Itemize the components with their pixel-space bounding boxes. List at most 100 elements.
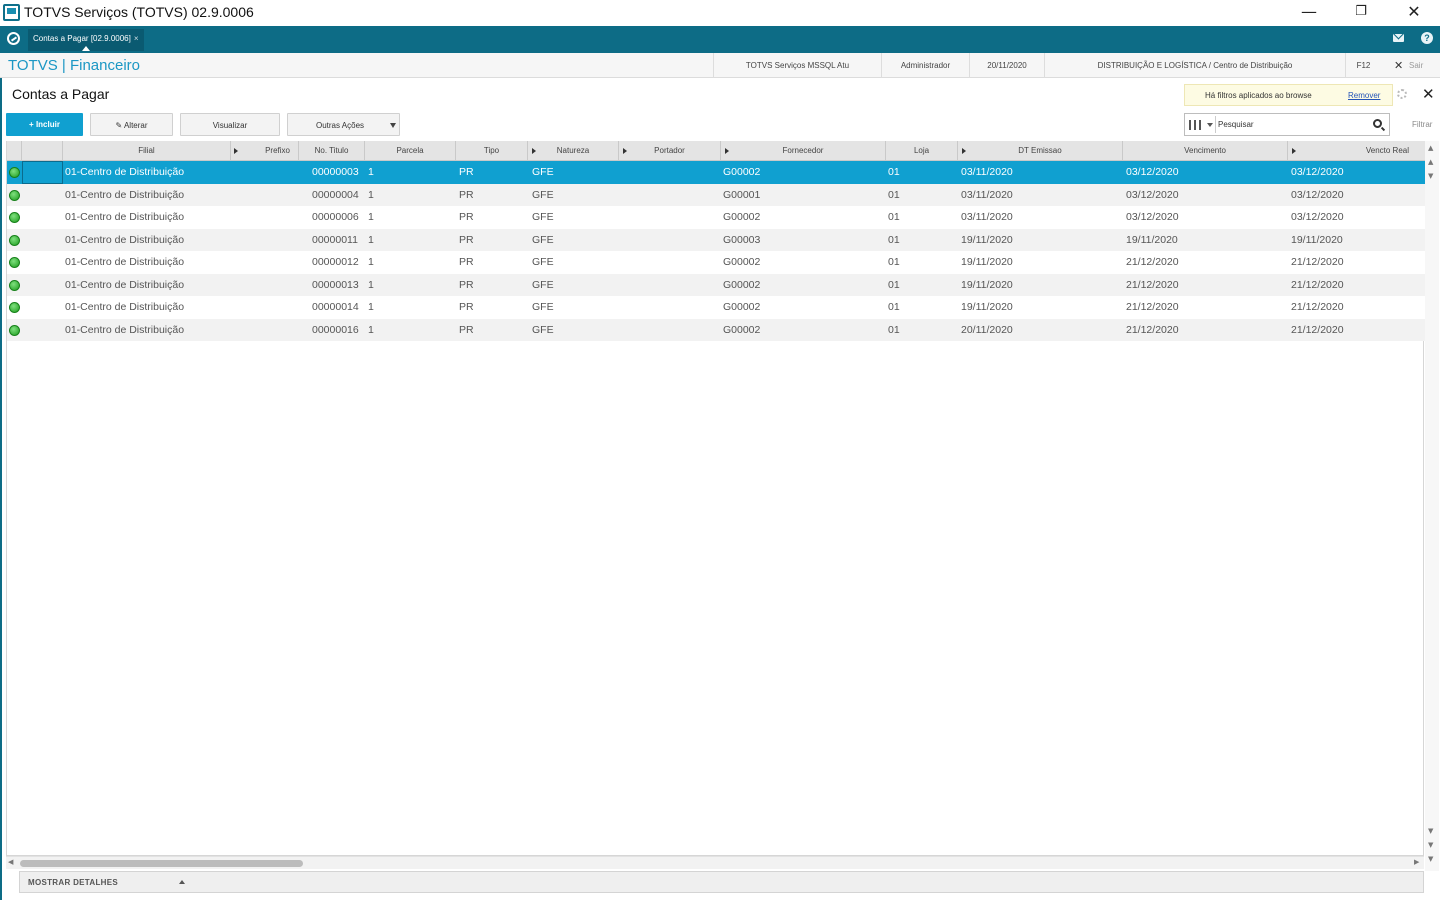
cell-loja: 01	[888, 278, 900, 291]
sort-arrow-icon[interactable]	[532, 148, 536, 154]
home-icon[interactable]	[7, 32, 20, 45]
tab-strip: Contas a Pagar [02.9.0006] ×	[0, 26, 1440, 53]
scroll-bottom-icon[interactable]: ▼	[1428, 855, 1433, 863]
cell-parcela: 1	[368, 301, 374, 313]
scroll-page-up-icon[interactable]: ▼	[1428, 172, 1433, 180]
search-icon[interactable]	[1373, 119, 1382, 128]
cell-vencimento: 21/12/2020	[1126, 278, 1179, 291]
cell-vencimento: 21/12/2020	[1126, 323, 1179, 336]
remove-filter-link[interactable]: Remover	[1348, 91, 1380, 100]
sort-arrow-icon[interactable]	[623, 148, 627, 154]
mail-icon[interactable]	[1393, 34, 1404, 42]
alterar-button[interactable]: ✎ Alterar	[90, 113, 173, 136]
cell-emissao: 03/11/2020	[961, 211, 1013, 223]
exit-label[interactable]: Sair	[1409, 61, 1423, 70]
header-prefixo[interactable]: Prefixo	[231, 141, 299, 161]
chevron-down-icon	[390, 123, 396, 128]
sort-arrow-icon[interactable]	[1292, 148, 1296, 154]
cell-loja: 01	[888, 188, 900, 201]
sort-arrow-icon[interactable]	[725, 148, 729, 154]
sort-arrow-icon[interactable]	[962, 148, 966, 154]
cell-filial: 01-Centro de Distribuição	[65, 323, 185, 336]
minimize-button[interactable]: —	[1286, 0, 1332, 26]
header-no-titulo[interactable]: No. Titulo	[299, 141, 365, 161]
columns-chevron-down-icon[interactable]	[1207, 123, 1213, 127]
cell-vencimento: 19/11/2020	[1126, 233, 1178, 246]
table-row[interactable]: 01-Centro de Distribuição 00000011 1 PR GFE G…	[7, 228, 1425, 251]
status-ok-icon	[9, 189, 20, 201]
cell-parcela: 1	[368, 211, 374, 223]
cell-emissao: 19/11/2020	[961, 301, 1013, 313]
window-close-button[interactable]: ✕	[1391, 0, 1437, 26]
scroll-top-icon[interactable]: ▲	[1428, 144, 1433, 152]
show-details-bar[interactable]: MOSTRAR DETALHES	[19, 871, 1424, 893]
header-vencimento[interactable]: Vencimento	[1123, 141, 1288, 161]
horizontal-scroll-thumb[interactable]	[20, 860, 303, 867]
table-row[interactable]: 01-Centro de Distribuição 00000013 1 PR GFE G…	[7, 273, 1425, 296]
data-grid: Filial Prefixo No. Titulo Parcela Tipo N…	[6, 141, 1425, 856]
header-portador[interactable]: Portador	[619, 141, 721, 161]
header-loja[interactable]: Loja	[886, 141, 958, 161]
cell-natureza: GFE	[532, 166, 554, 178]
scroll-right-icon[interactable]: ▶	[1414, 858, 1419, 866]
search-input[interactable]	[1218, 117, 1368, 132]
cell-titulo: 00000004	[312, 188, 359, 201]
cell-filial: 01-Centro de Distribuição	[65, 301, 185, 313]
horizontal-scrollbar[interactable]: ◀ ▶	[6, 856, 1424, 869]
table-row[interactable]: 01-Centro de Distribuição 00000006 1 PR GFE G…	[7, 206, 1425, 229]
cell-tipo: PR	[459, 233, 474, 246]
header-tipo[interactable]: Tipo	[456, 141, 528, 161]
company-info: DISTRIBUIÇÃO E LOGÍSTICA / Centro de Dis…	[1044, 53, 1345, 78]
header-natureza[interactable]: Natureza	[528, 141, 619, 161]
gear-icon[interactable]	[1397, 89, 1407, 99]
tab-indicator-icon	[82, 46, 90, 51]
cell-titulo: 00000014	[312, 301, 359, 313]
scroll-down-icon[interactable]: ▼	[1428, 841, 1433, 849]
page-title: Contas a Pagar	[12, 86, 110, 102]
incluir-button[interactable]: + Incluir	[6, 113, 83, 136]
header-vencto-real[interactable]: Vencto Real	[1288, 141, 1425, 161]
cell-loja: 01	[888, 166, 900, 178]
header-parcela[interactable]: Parcela	[365, 141, 456, 161]
columns-icon[interactable]	[1189, 120, 1201, 130]
restore-button[interactable]: ❐	[1338, 0, 1384, 26]
cell-emissao: 19/11/2020	[961, 278, 1013, 291]
window-titlebar: TOTVS Serviços (TOTVS) 02.9.0006 — ❐ ✕	[0, 0, 1440, 26]
header-filial[interactable]: Filial	[63, 141, 231, 161]
cell-emissao: 03/11/2020	[961, 188, 1013, 201]
outras-acoes-button[interactable]: Outras Ações	[287, 113, 400, 136]
row-selection-marker	[22, 161, 63, 184]
cell-loja: 01	[888, 323, 900, 336]
filter-notice-text: Há filtros aplicados ao browse	[1205, 91, 1312, 100]
cell-vencto-real: 21/12/2020	[1291, 323, 1344, 336]
cell-emissao: 19/11/2020	[961, 256, 1013, 268]
cell-tipo: PR	[459, 278, 474, 291]
date-info: 20/11/2020	[969, 53, 1044, 78]
help-icon[interactable]: ?	[1421, 32, 1433, 44]
table-row[interactable]: 01-Centro de Distribuição 00000012 1 PR GFE G…	[7, 251, 1425, 274]
header-fornecedor[interactable]: Fornecedor	[721, 141, 886, 161]
cell-parcela: 1	[368, 233, 374, 246]
outras-acoes-label: Outras Ações	[316, 121, 365, 130]
cell-titulo: 00000013	[312, 278, 359, 291]
exit-icon[interactable]: ✕	[1394, 59, 1403, 72]
cell-tipo: PR	[459, 166, 474, 178]
visualizar-button[interactable]: Visualizar	[180, 113, 280, 136]
vertical-scrollbar[interactable]: ▲ ▲ ▼ ▼ ▼ ▼	[1425, 141, 1439, 871]
scroll-up-icon[interactable]: ▲	[1428, 158, 1433, 166]
cell-fornecedor: G00003	[723, 233, 761, 246]
table-row[interactable]: 01-Centro de Distribuição 00000014 1 PR GFE G…	[7, 296, 1425, 319]
scroll-left-icon[interactable]: ◀	[8, 858, 13, 866]
sort-arrow-icon[interactable]	[234, 148, 238, 154]
filter-link[interactable]: Filtrar	[1412, 120, 1432, 129]
close-page-icon[interactable]: ✕	[1422, 85, 1435, 103]
table-row[interactable]: 01-Centro de Distribuição 00000003 1 PR GFE G…	[7, 161, 1425, 184]
cell-filial: 01-Centro de Distribuição	[65, 256, 185, 268]
table-row[interactable]: 01-Centro de Distribuição 00000004 1 PR GFE G…	[7, 183, 1425, 206]
search-box	[1184, 113, 1390, 136]
scroll-page-down-icon[interactable]: ▼	[1428, 827, 1433, 835]
cell-vencimento: 03/12/2020	[1126, 211, 1179, 223]
tab-close-icon[interactable]: ×	[134, 34, 139, 43]
header-dt-emissao[interactable]: DT Emissao	[958, 141, 1123, 161]
table-row[interactable]: 01-Centro de Distribuição 00000016 1 PR GFE G…	[7, 318, 1425, 341]
